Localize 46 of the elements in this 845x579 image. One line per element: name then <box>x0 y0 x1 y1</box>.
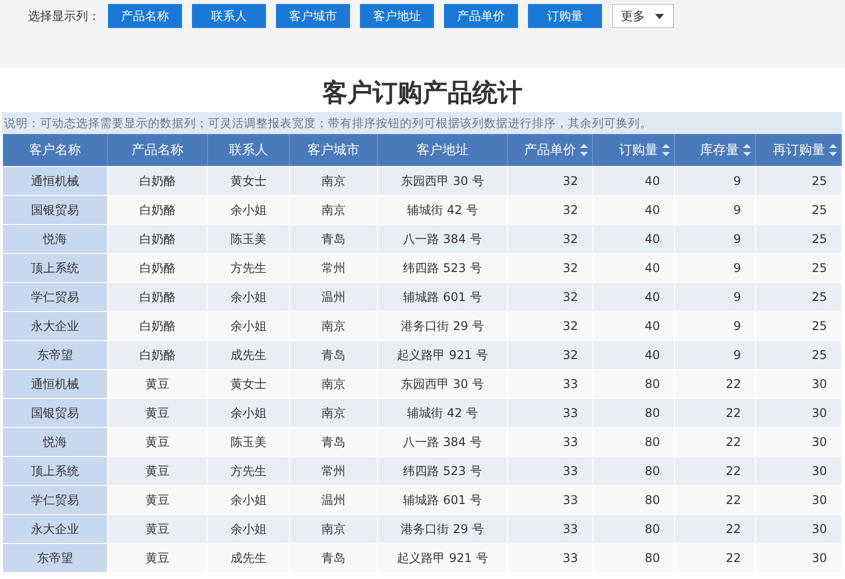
column-header: 客户城市 <box>290 134 378 166</box>
table-cell: 顶上系统 <box>3 254 108 283</box>
column-picker-label: 选择显示列： <box>28 8 100 25</box>
column-toggle-button[interactable]: 联系人 <box>192 4 266 28</box>
table-cell: 永大企业 <box>3 515 108 544</box>
table-cell: 学仁贸易 <box>3 283 108 312</box>
column-header: 客户地址 <box>378 134 508 166</box>
report-note: 说明：可动态选择需要显示的数据列；可灵活调整报表宽度；带有排序按钮的列可根据该列数据进行排序，其余列可换列。 <box>2 112 842 134</box>
table-cell: 22 <box>675 544 756 573</box>
column-header: 联系人 <box>208 134 290 166</box>
column-toggle-button[interactable]: 产品名称 <box>108 4 182 28</box>
sort-icon[interactable] <box>661 142 671 158</box>
table-cell: 永大企业 <box>3 312 108 341</box>
table-cell: 顶上系统 <box>3 457 108 486</box>
column-header: 产品名称 <box>108 134 208 166</box>
table-cell: 东帝望 <box>3 341 108 370</box>
more-dropdown[interactable]: 更多 <box>612 4 674 28</box>
column-header[interactable]: 产品单价 <box>508 134 593 166</box>
column-toggle-button[interactable]: 客户城市 <box>276 4 350 28</box>
column-header[interactable]: 订购量 <box>593 134 675 166</box>
table-cell: 起义路甲 921 号 <box>378 544 508 573</box>
table-cell: 东帝望 <box>3 544 108 573</box>
column-header[interactable]: 库存量 <box>675 134 756 166</box>
caret-icon <box>655 14 664 18</box>
sort-icon[interactable] <box>579 142 589 158</box>
column-toggle-button[interactable]: 客户地址 <box>360 4 434 28</box>
sort-icon[interactable] <box>742 142 752 158</box>
table-cell: 悦海 <box>3 225 108 254</box>
column-header[interactable]: 再订购量 <box>756 134 842 166</box>
table-cell: 青岛 <box>290 544 378 573</box>
table-cell: 80 <box>593 544 675 573</box>
table-cell: 33 <box>508 544 593 573</box>
table-cell: 通恒机械 <box>3 370 108 399</box>
table-cell: 通恒机械 <box>3 167 108 196</box>
table-cell: 国银贸易 <box>3 196 108 225</box>
table-cell: 黄豆 <box>108 544 208 573</box>
table-cell: 成先生 <box>208 544 290 573</box>
column-header: 客户名称 <box>3 134 108 166</box>
column-toggle-button[interactable]: 产品单价 <box>444 4 518 28</box>
report-title: 客户订购产品统计 <box>322 77 524 109</box>
table-cell: 30 <box>756 544 842 573</box>
sort-icon[interactable] <box>828 142 838 158</box>
column-toggle-button[interactable]: 订购量 <box>528 4 602 28</box>
table-cell: 学仁贸易 <box>3 486 108 515</box>
table-cell: 悦海 <box>3 428 108 457</box>
table-cell: 国银贸易 <box>3 399 108 428</box>
